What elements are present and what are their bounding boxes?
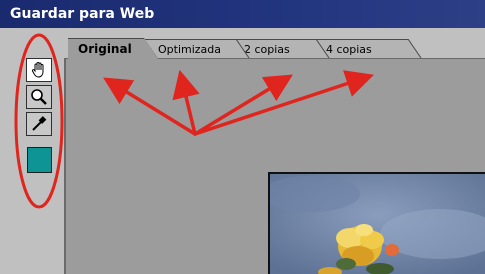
tab-optimizada[interactable]: Optimizada [144, 39, 250, 58]
tab-label: Original [78, 42, 132, 56]
preview-image [268, 172, 485, 274]
tab-4-copias[interactable]: 4 copias [312, 39, 422, 58]
magnifier-icon [31, 89, 47, 105]
hand-icon [31, 62, 44, 78]
window-title: Guardar para Web [10, 6, 155, 22]
tab-label: 2 copias [244, 43, 290, 56]
eyedropper-icon [32, 116, 47, 131]
toolbox [22, 58, 56, 182]
hand-tool-button[interactable] [26, 58, 52, 82]
flower-photo [270, 174, 485, 274]
tab-label: Optimizada [158, 43, 222, 56]
zoom-tool-button[interactable] [26, 85, 52, 109]
eyedropper-tool-button[interactable] [26, 112, 52, 136]
preview-tabs: 4 copias 2 copias Optimizada Original [64, 36, 485, 58]
tab-label: 4 copias [326, 43, 372, 56]
color-swatch[interactable] [27, 147, 52, 173]
tab-original[interactable]: Original [68, 38, 158, 59]
window-title-bar: Guardar para Web [0, 0, 485, 28]
